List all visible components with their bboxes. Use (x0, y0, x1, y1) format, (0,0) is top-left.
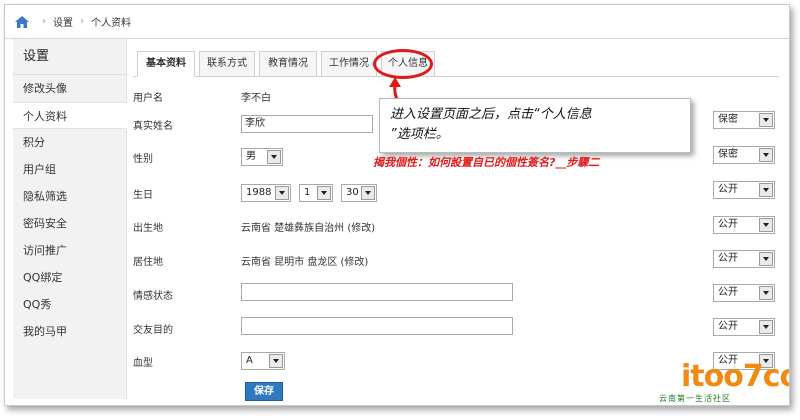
chevron-down-icon (275, 186, 289, 200)
sidebar-item-promotion[interactable]: 访问推广 (13, 237, 126, 264)
breadcrumb: › 设置 › 个人资料 (5, 5, 789, 39)
home-icon[interactable] (15, 15, 29, 28)
privacy-value: 公开 (718, 287, 738, 298)
privacy-select-purpose[interactable]: 公开 (713, 318, 775, 336)
residence-label: 居住地 (133, 257, 163, 268)
chevron-down-icon (759, 113, 773, 127)
gender-select-value: 男 (246, 151, 256, 162)
chevron-down-icon (267, 150, 281, 164)
realname-input[interactable]: 李欣 (241, 115, 373, 133)
blood-select[interactable]: A (241, 352, 285, 370)
tab-education[interactable]: 教育情况 (259, 51, 317, 77)
birth-month-value: 1 (304, 187, 311, 198)
sidebar-item-privacy[interactable]: 隐私筛选 (13, 183, 126, 210)
tab-work[interactable]: 工作情况 (321, 51, 377, 77)
chevron-down-icon (759, 148, 773, 162)
row-relationship: 情感状态 (133, 283, 783, 307)
blood-label: 血型 (133, 358, 153, 369)
privacy-select-birthplace[interactable]: 公开 (713, 216, 775, 234)
logo-text: itoo7com (681, 359, 789, 394)
chevron-down-icon (759, 252, 773, 266)
privacy-value: 公开 (718, 253, 738, 264)
privacy-select-residence[interactable]: 公开 (713, 250, 775, 268)
tab-bar: 基本资料 联系方式 教育情况 工作情况 个人信息 (133, 51, 779, 77)
privacy-value: 公开 (718, 219, 738, 230)
relationship-input[interactable] (241, 283, 513, 301)
breadcrumb-item-profile: 个人资料 (91, 18, 131, 29)
privacy-select-gender[interactable]: 保密 (713, 146, 775, 164)
chevron-down-icon (759, 218, 773, 232)
privacy-select-realname[interactable]: 保密 (713, 111, 775, 129)
birth-year-value: 1988 (246, 187, 272, 198)
chevron-down-icon (759, 320, 773, 334)
privacy-select-birthday[interactable]: 公开 (713, 181, 775, 199)
gender-select[interactable]: 男 (241, 148, 283, 166)
chevron-down-icon (361, 186, 375, 200)
app-frame: › 设置 › 个人资料 设置 修改头像 个人资料 积分 用户组 隐私筛选 密码安… (4, 4, 790, 406)
sidebar-item-qq-show[interactable]: QQ秀 (13, 291, 126, 318)
logo-subtitle: 云南第一生活社区 (659, 394, 731, 403)
birth-month-select[interactable]: 1 (299, 184, 333, 202)
privacy-select-relationship[interactable]: 公开 (713, 284, 775, 302)
residence-value[interactable]: 云南省 昆明市 盘龙区 (修改) (241, 253, 368, 268)
tab-contact[interactable]: 联系方式 (199, 51, 255, 77)
tab-basic[interactable]: 基本资料 (137, 51, 195, 77)
privacy-value: 公开 (718, 184, 738, 195)
realname-label: 真实姓名 (133, 121, 173, 132)
sidebar-item-avatar[interactable]: 修改头像 (13, 75, 126, 102)
site-logo: itoo7com 云南第一生活社区 (651, 359, 789, 403)
save-button[interactable]: 保存 (245, 382, 283, 401)
purpose-input[interactable] (241, 317, 513, 335)
privacy-value: 保密 (718, 114, 738, 125)
birth-day-value: 30 (346, 187, 359, 198)
privacy-value: 保密 (718, 149, 738, 160)
purpose-label: 交友目的 (133, 325, 173, 336)
sidebar-item-password[interactable]: 密码安全 (13, 210, 126, 237)
sidebar: 设置 修改头像 个人资料 积分 用户组 隐私筛选 密码安全 访问推广 QQ绑定 … (13, 39, 127, 399)
birthplace-label: 出生地 (133, 223, 163, 234)
birth-year-select[interactable]: 1988 (241, 184, 291, 202)
username-value: 李不白 (241, 93, 271, 104)
relationship-label: 情感状态 (133, 291, 173, 302)
breadcrumb-separator: › (42, 16, 46, 27)
chevron-down-icon (759, 183, 773, 197)
blood-select-value: A (246, 355, 253, 366)
chevron-down-icon (269, 354, 283, 368)
callout-line-1: 进入设置页面之后，点击“个人信息 (390, 107, 592, 122)
birthplace-value[interactable]: 云南省 楚雄彝族自治州 (修改) (241, 219, 375, 234)
row-birthday: 生日 1988 1 30 (133, 182, 783, 206)
breadcrumb-separator: › (80, 16, 84, 27)
sidebar-item-vest[interactable]: 我的马甲 (13, 318, 126, 345)
privacy-value: 公开 (718, 321, 738, 332)
callout-line-2: ”选项栏。 (390, 127, 449, 142)
birth-day-select[interactable]: 30 (341, 184, 377, 202)
row-residence: 居住地 云南省 昆明市 盘龙区 (修改) (133, 249, 783, 273)
row-birthplace: 出生地 云南省 楚雄彝族自治州 (修改) (133, 215, 783, 239)
sidebar-item-qq-bind[interactable]: QQ绑定 (13, 264, 126, 291)
sidebar-item-points[interactable]: 积分 (13, 129, 126, 156)
chevron-down-icon (317, 186, 331, 200)
sidebar-item-usergroup[interactable]: 用户组 (13, 156, 126, 183)
gender-label: 性别 (133, 154, 153, 165)
sidebar-title: 设置 (13, 39, 126, 75)
tutorial-banner: 揭我個性：如何設置自已的個性簽名?__步驟二 (373, 156, 600, 169)
username-label: 用户名 (133, 93, 163, 104)
birthday-label: 生日 (133, 190, 153, 201)
row-purpose: 交友目的 (133, 317, 783, 341)
tutorial-callout: 进入设置页面之后，点击“个人信息 ”选项栏。 (379, 98, 691, 153)
sidebar-item-profile[interactable]: 个人资料 (13, 102, 127, 129)
chevron-down-icon (759, 286, 773, 300)
breadcrumb-item-settings[interactable]: 设置 (53, 14, 73, 29)
